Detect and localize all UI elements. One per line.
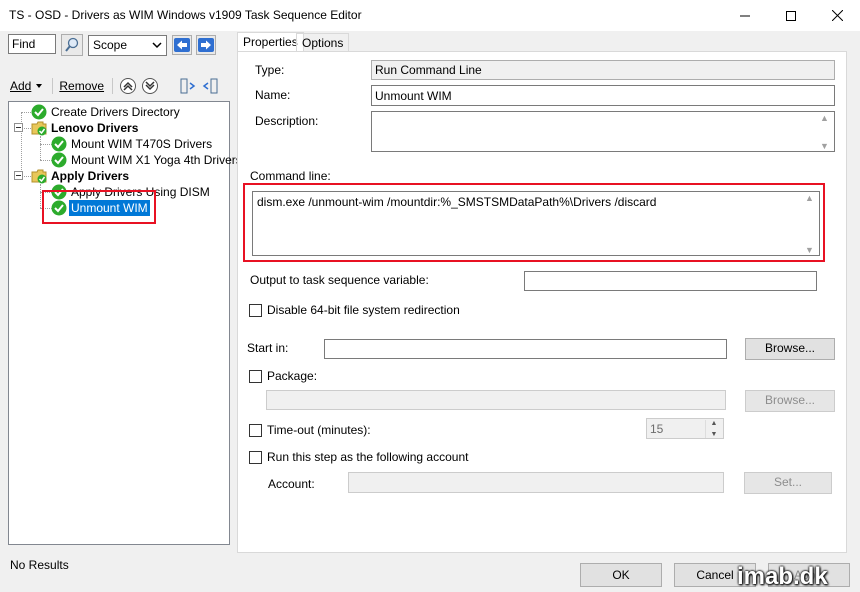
window-title: TS - OSD - Drivers as WIM Windows v1909 … [9, 8, 362, 22]
chevron-down-icon [152, 42, 162, 49]
close-icon [831, 10, 843, 21]
properties-panel: Type: Run Command Line Name: Unmount WIM… [237, 51, 847, 553]
search-button[interactable] [61, 34, 83, 56]
scope-value: Scope [93, 38, 128, 52]
ok-button[interactable]: OK [580, 563, 662, 587]
description-scrollbar[interactable]: ▲ ▼ [816, 113, 833, 151]
watermark: imab.dk [737, 563, 828, 590]
package-checkbox[interactable] [249, 370, 262, 383]
folder-icon [31, 121, 47, 136]
tree-item-mount-wim-x1-yoga[interactable]: Mount WIM X1 Yoga 4th Drivers [71, 152, 242, 168]
outdent-icon[interactable] [201, 77, 219, 95]
highlight-box [42, 190, 156, 224]
start-in-browse-button[interactable]: Browse... [745, 338, 835, 360]
type-value: Run Command Line [371, 60, 835, 80]
type-label: Type: [255, 63, 285, 77]
timeout-value: 15 [650, 422, 664, 436]
success-check-icon [31, 104, 47, 120]
minimize-button[interactable] [722, 0, 768, 31]
dropdown-arrow-icon [36, 84, 43, 88]
move-up-icon[interactable] [119, 77, 137, 95]
description-label: Description: [255, 114, 319, 128]
command-line-label: Command line: [250, 169, 331, 183]
collapse-icon[interactable] [14, 171, 23, 180]
output-variable-label: Output to task sequence variable: [250, 273, 429, 287]
highlight-box [243, 183, 825, 262]
indent-icon[interactable] [179, 77, 197, 95]
description-input[interactable]: ▲ ▼ [371, 111, 835, 152]
collapse-icon[interactable] [14, 123, 23, 132]
move-down-icon[interactable] [141, 77, 159, 95]
folder-icon [31, 169, 47, 184]
arrow-right-icon [198, 38, 214, 52]
output-variable-input[interactable] [524, 271, 817, 291]
toolbar-divider [52, 78, 54, 94]
previous-button[interactable] [172, 35, 192, 55]
start-in-input[interactable] [324, 339, 727, 359]
success-check-icon [51, 136, 67, 152]
tree-connector [21, 112, 22, 178]
find-input[interactable]: Find [8, 34, 56, 54]
start-in-label: Start in: [247, 341, 289, 355]
timeout-checkbox[interactable] [249, 424, 262, 437]
close-button[interactable] [814, 0, 860, 31]
timeout-label: Time-out (minutes): [267, 423, 371, 437]
tab-properties[interactable]: Properties [237, 32, 304, 52]
package-label: Package: [267, 369, 318, 383]
tree-group-lenovo-drivers[interactable]: Lenovo Drivers [51, 120, 138, 136]
account-label: Account: [268, 477, 315, 491]
toolbar-divider [112, 78, 114, 94]
minimize-icon [740, 15, 750, 16]
tree-connector [40, 136, 41, 160]
name-input[interactable]: Unmount WIM [371, 85, 835, 106]
tree-item-mount-wim-t470s[interactable]: Mount WIM T470S Drivers [71, 136, 212, 152]
run-as-label: Run this step as the following account [267, 450, 469, 464]
package-input[interactable] [266, 390, 726, 410]
set-account-button[interactable]: Set... [744, 472, 832, 494]
account-input[interactable] [348, 472, 724, 493]
package-browse-button[interactable]: Browse... [745, 390, 835, 412]
scope-dropdown[interactable]: Scope [88, 35, 167, 56]
step-toolbar: Add Remove [10, 77, 219, 95]
timeout-stepper[interactable]: 15 ▲ ▼ [646, 418, 724, 439]
disable-64bit-label: Disable 64-bit file system redirection [267, 303, 460, 317]
tree-connector [21, 112, 31, 113]
search-icon [65, 37, 79, 52]
timeout-spinner[interactable]: ▲ ▼ [705, 420, 722, 438]
task-sequence-tree[interactable]: Create Drivers Directory Lenovo Drivers … [8, 101, 242, 545]
run-as-checkbox[interactable] [249, 451, 262, 464]
tree-group-apply-drivers[interactable]: Apply Drivers [51, 168, 129, 184]
disable-64bit-checkbox[interactable] [249, 304, 262, 317]
tree-item-create-drivers-directory[interactable]: Create Drivers Directory [51, 104, 180, 120]
maximize-icon [786, 10, 796, 21]
tree-connector [40, 184, 41, 208]
status-text: No Results [10, 558, 69, 572]
arrow-left-icon [174, 38, 190, 52]
add-menu-button[interactable]: Add [10, 79, 31, 93]
success-check-icon [51, 152, 67, 168]
remove-button[interactable]: Remove [59, 79, 104, 93]
name-label: Name: [255, 88, 291, 102]
next-button[interactable] [196, 35, 216, 55]
title-bar: TS - OSD - Drivers as WIM Windows v1909 … [0, 0, 860, 31]
tab-options[interactable]: Options [296, 33, 350, 52]
maximize-button[interactable] [768, 0, 814, 31]
